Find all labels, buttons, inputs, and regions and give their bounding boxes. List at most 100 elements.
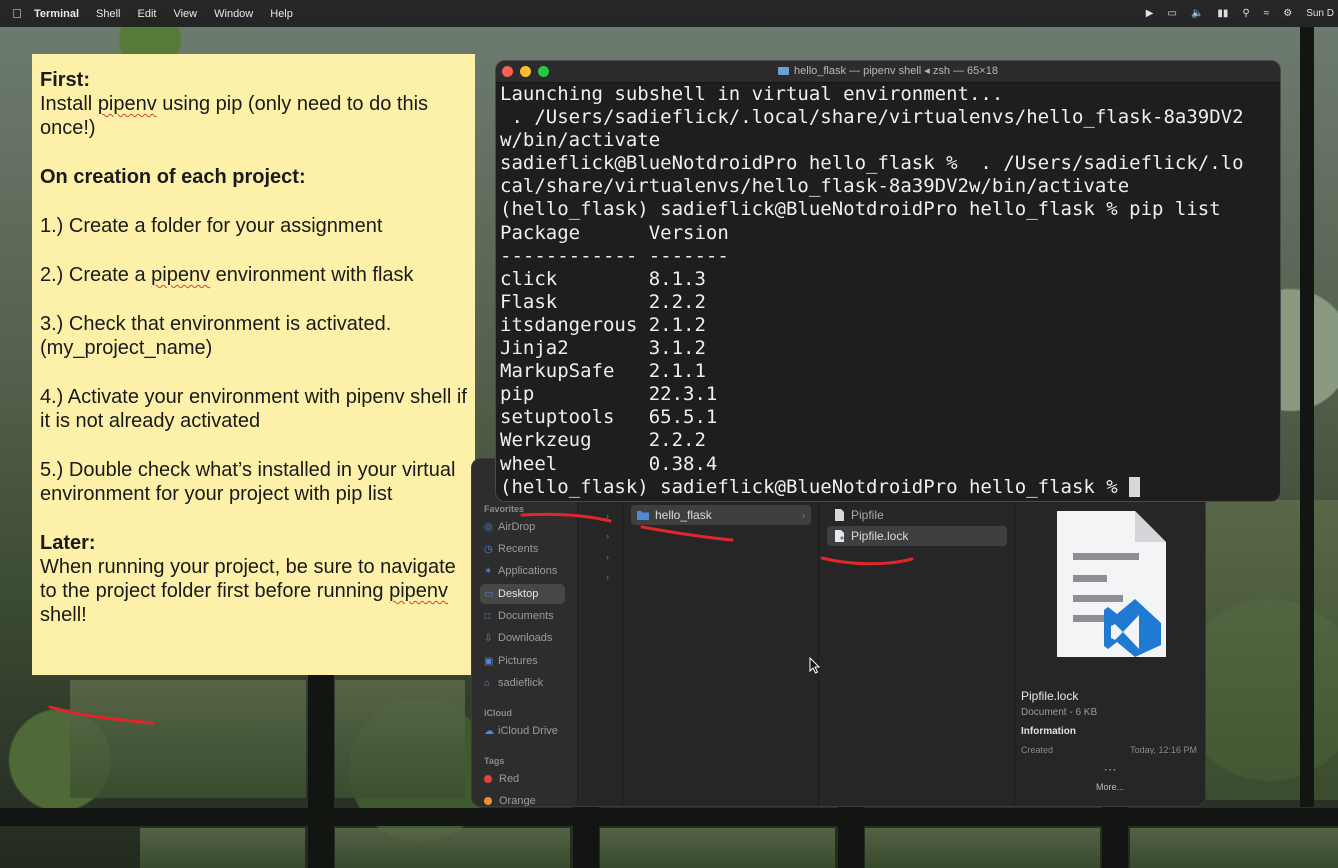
window-frame-bar bbox=[573, 805, 599, 868]
sticky-text: Install bbox=[40, 93, 98, 115]
terminal-line: (hello_flask) sadieflick@BlueNotdroidPro… bbox=[500, 198, 1221, 221]
search-icon[interactable]: ⚲ bbox=[1242, 8, 1249, 19]
minimize-button[interactable] bbox=[520, 66, 531, 77]
window-frame-bar bbox=[0, 808, 1338, 826]
clock-icon: ◷ bbox=[484, 544, 493, 555]
file-row-label: Pipfile.lock bbox=[851, 529, 909, 543]
file-row-pipfile-lock[interactable]: Pipfile.lock bbox=[827, 526, 1007, 546]
sidebar-item-label: iCloud Drive bbox=[498, 725, 558, 737]
terminal-line: Werkzeug 2.2.2 bbox=[500, 429, 706, 452]
sidebar-tag-orange[interactable]: Orange bbox=[484, 791, 569, 807]
sidebar-item-label: Recents bbox=[498, 543, 539, 555]
sidebar-item-downloads[interactable]: ⇩ Downloads bbox=[484, 628, 569, 648]
folder-icon bbox=[637, 511, 649, 520]
zoom-button[interactable] bbox=[538, 66, 549, 77]
document-icon bbox=[835, 509, 844, 521]
sidebar-section-tags: Tags bbox=[484, 756, 505, 766]
sidebar-item-home[interactable]: ⌂ sadieflick bbox=[484, 673, 569, 693]
window-pane bbox=[335, 680, 465, 798]
menu-shell[interactable]: Shell bbox=[96, 8, 120, 20]
finder-sidebar: Favorites ◎ AirDrop ◷ Recents ✶ Application… bbox=[472, 459, 578, 806]
preview-created-row: Today, 12:16 PM Created bbox=[1021, 745, 1197, 754]
terminal-line: Jinja2 3.1.2 bbox=[500, 337, 706, 360]
display-icon[interactable]: ▭ bbox=[1167, 8, 1176, 19]
window-pane bbox=[600, 828, 835, 868]
close-button[interactable] bbox=[502, 66, 513, 77]
sticky-text: shell! bbox=[40, 604, 87, 626]
battery-icon[interactable]: ▮▮ bbox=[1217, 8, 1228, 19]
download-icon: ⇩ bbox=[484, 633, 493, 644]
sticky-misspelled-word: pipenv bbox=[97, 93, 157, 115]
sidebar-item-documents[interactable]: □ Documents bbox=[484, 606, 569, 626]
menu-window[interactable]: Window bbox=[214, 8, 253, 20]
menu-bar:  Terminal Shell Edit View Window Help ▶… bbox=[0, 0, 1338, 27]
sticky-heading-creation: On creation of each project: bbox=[40, 166, 306, 188]
sidebar-item-desktop[interactable]: ▭ Desktop bbox=[480, 584, 565, 604]
terminal-window[interactable]: hello_flask — pipenv shell ◂ zsh — 65×18… bbox=[495, 60, 1281, 502]
chevron-right-icon: › bbox=[606, 572, 609, 582]
status-area: ▶ ▭ 🔈 ▮▮ ⚲ ≈ ⚙ Sun D bbox=[1132, 0, 1338, 27]
preview-more-label: More... bbox=[1095, 782, 1124, 792]
sidebar-tag-red[interactable]: Red bbox=[484, 769, 569, 789]
terminal-line: sadieflick@BlueNotdroidPro hello_flask %… bbox=[500, 152, 1244, 175]
wifi-icon[interactable]: ≈ bbox=[1264, 8, 1270, 19]
menu-help[interactable]: Help bbox=[270, 8, 293, 20]
tag-dot-icon bbox=[484, 797, 492, 805]
terminal-line: setuptools 65.5.1 bbox=[500, 406, 718, 429]
folder-row-hello-flask[interactable]: hello_flask › bbox=[631, 505, 811, 525]
applications-icon: ✶ bbox=[484, 566, 493, 577]
chevron-right-icon: › bbox=[606, 531, 609, 541]
sidebar-item-airdrop[interactable]: ◎ AirDrop bbox=[484, 517, 569, 537]
sticky-later-line: When running your project, be sure to na… bbox=[40, 556, 456, 626]
window-pane bbox=[1205, 500, 1338, 800]
chevron-right-icon: › bbox=[606, 552, 609, 562]
menu-view[interactable]: View bbox=[173, 8, 197, 20]
terminal-output[interactable]: Launching subshell in virtual environmen… bbox=[500, 83, 1280, 501]
volume-icon[interactable]: 🔈 bbox=[1191, 8, 1203, 19]
sidebar-item-label: Orange bbox=[499, 795, 536, 807]
sidebar-item-label: sadieflick bbox=[498, 677, 544, 689]
play-icon[interactable]: ▶ bbox=[1146, 8, 1154, 19]
sticky-note[interactable]: First: Install pipenv using pip (only ne… bbox=[32, 54, 475, 675]
terminal-line: cal/share/virtualenvs/hello_flask-8a39DV… bbox=[500, 175, 1130, 198]
preview-more-button[interactable]: ⋯ More... bbox=[1015, 762, 1205, 792]
preview-info-heading: Information bbox=[1021, 726, 1076, 737]
sidebar-item-pictures[interactable]: ▣ Pictures bbox=[484, 651, 569, 671]
window-frame-bar bbox=[1102, 805, 1128, 868]
sidebar-item-icloud-drive[interactable]: ☁ iCloud Drive bbox=[484, 721, 569, 741]
menu-edit[interactable]: Edit bbox=[138, 8, 157, 20]
desktop-icon: ▭ bbox=[484, 589, 494, 600]
menu-app-terminal[interactable]: Terminal bbox=[34, 8, 79, 20]
terminal-title: hello_flask — pipenv shell ◂ zsh — 65×18 bbox=[794, 65, 998, 77]
file-row-pipfile[interactable]: Pipfile bbox=[827, 505, 1007, 525]
window-frame-bar bbox=[1300, 27, 1314, 807]
sticky-step-2: 2.) Create a pipenv environment with fla… bbox=[40, 264, 414, 286]
folder-icon bbox=[778, 67, 790, 75]
apple-menu-icon[interactable]:  bbox=[0, 6, 34, 21]
sidebar-item-applications[interactable]: ✶ Applications bbox=[484, 561, 569, 581]
finder-column-desktop[interactable]: › › › › bbox=[578, 459, 623, 806]
sidebar-item-label: Documents bbox=[498, 610, 554, 622]
finder-window[interactable]: Favorites ◎ AirDrop ◷ Recents ✶ Application… bbox=[471, 458, 1206, 807]
terminal-line: Flask 2.2.2 bbox=[500, 290, 706, 313]
sticky-heading-later: Later: bbox=[40, 532, 96, 554]
terminal-titlebar[interactable]: hello_flask — pipenv shell ◂ zsh — 65×18 bbox=[496, 61, 1280, 83]
sticky-install-line: Install pipenv using pip (only need to d… bbox=[40, 93, 428, 139]
finder-column-files[interactable]: Pipfile Pipfile.lock bbox=[819, 459, 1015, 806]
mouse-pointer-icon bbox=[809, 657, 821, 674]
sidebar-item-label: AirDrop bbox=[498, 521, 536, 533]
preview-file-kind: Document - 6 KB bbox=[1021, 707, 1098, 718]
menu-clock[interactable]: Sun D bbox=[1306, 8, 1334, 19]
preview-created-label: Created bbox=[1021, 745, 1054, 754]
terminal-line: MarkupSafe 2.1.1 bbox=[500, 360, 706, 383]
sidebar-item-label: Applications bbox=[498, 565, 558, 577]
window-frame-bar bbox=[308, 675, 334, 868]
terminal-line: (hello_flask) sadieflick@BlueNotdroidPro… bbox=[500, 476, 1280, 499]
sidebar-item-recents[interactable]: ◷ Recents bbox=[484, 539, 569, 559]
terminal-cursor bbox=[1129, 476, 1141, 497]
sticky-step-5: 5.) Double check what’s installed in you… bbox=[40, 459, 456, 505]
finder-column-folder[interactable]: hello_flask › bbox=[623, 459, 819, 806]
sticky-step-1: 1.) Create a folder for your assignment bbox=[40, 215, 383, 237]
sticky-heading-first: First: bbox=[40, 69, 90, 91]
control-center-icon[interactable]: ⚙ bbox=[1283, 8, 1292, 19]
